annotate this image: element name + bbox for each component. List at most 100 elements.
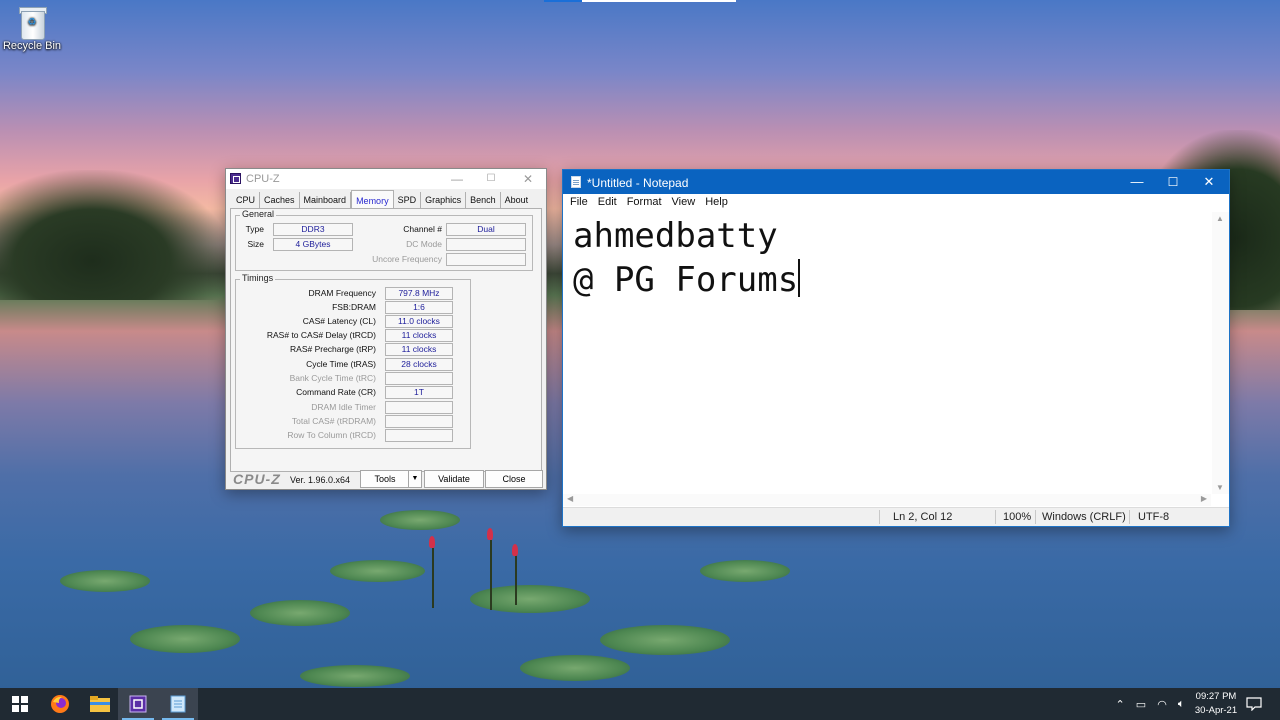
start-button[interactable] (0, 688, 40, 720)
cursor-position: Ln 2, Col 12 (893, 511, 953, 523)
tab-mainboard[interactable]: Mainboard (300, 192, 352, 208)
chevron-down-icon[interactable]: ▼ (408, 471, 421, 487)
maximize-icon[interactable]: ☐ (1155, 170, 1191, 194)
timing-label: Row To Column (tRCD) (287, 430, 376, 440)
cpuz-footer: CPU-Z Ver. 1.96.0.x64 Tools ▼ Validate C… (226, 467, 546, 489)
notification-icon (1246, 697, 1262, 711)
menu-file[interactable]: File (565, 194, 593, 212)
lily-pad (130, 625, 240, 653)
menu-view[interactable]: View (667, 194, 701, 212)
cpuz-logo: CPU-Z (233, 471, 281, 487)
timing-label: Total CAS# (tRDRAM) (291, 416, 376, 426)
timing-label: RAS# Precharge (tRP) (290, 344, 376, 354)
timing-value (385, 372, 453, 385)
lily-pad (60, 570, 150, 592)
lily-pad (380, 510, 460, 530)
timing-value: 11 clocks (385, 329, 453, 342)
tab-about[interactable]: About (501, 192, 533, 208)
menu-edit[interactable]: Edit (593, 194, 622, 212)
timings-legend: Timings (240, 273, 276, 283)
text-line-1: ahmedbatty (573, 216, 778, 256)
close-button[interactable]: Close (485, 470, 543, 488)
lily-pad (700, 560, 790, 582)
cpuz-app-icon (230, 173, 241, 184)
text-caret (798, 259, 801, 297)
uncore-label: Uncore Frequency (372, 254, 442, 264)
tab-spd[interactable]: SPD (394, 192, 422, 208)
timing-value: 11.0 clocks (385, 315, 453, 328)
recycle-bin-icon: ♻ (18, 6, 47, 40)
tab-bench[interactable]: Bench (466, 192, 501, 208)
lotus-stem (490, 540, 492, 610)
notepad-app-icon (571, 176, 581, 188)
notepad-icon (170, 695, 186, 713)
menu-help[interactable]: Help (700, 194, 733, 212)
notepad-titlebar[interactable]: *Untitled - Notepad — ☐ ✕ (563, 170, 1229, 194)
notepad-text-area[interactable]: ahmedbatty @ PG Forums (563, 212, 1211, 494)
line-ending: Windows (CRLF) (1042, 511, 1126, 523)
lotus-flower (512, 544, 518, 556)
close-icon[interactable]: ✕ (513, 171, 543, 187)
tab-graphics[interactable]: Graphics (421, 192, 467, 208)
lily-pad (520, 655, 630, 681)
tab-memory[interactable]: Memory (351, 190, 394, 208)
dcmode-label: DC Mode (406, 239, 442, 249)
volume-icon[interactable]: 🔈︎ (1178, 698, 1185, 711)
lily-pad (600, 625, 730, 655)
cpuz-icon (129, 695, 147, 713)
vertical-scrollbar[interactable]: ▲ ▼ (1212, 212, 1229, 494)
menu-format[interactable]: Format (622, 194, 667, 212)
timing-label: DRAM Idle Timer (311, 402, 376, 412)
recycle-bin-label: Recycle Bin (2, 40, 62, 52)
zoom-level: 100% (1003, 511, 1032, 523)
cpuz-title: CPU-Z (246, 173, 280, 185)
timing-value: 28 clocks (385, 358, 453, 371)
timing-label: Bank Cycle Time (tRC) (289, 373, 376, 383)
scroll-right-icon[interactable]: ▶ (1201, 494, 1207, 503)
maximize-icon[interactable]: ☐ (476, 171, 506, 187)
taskbar-notepad[interactable] (158, 688, 198, 720)
scroll-left-icon[interactable]: ◀ (567, 494, 573, 503)
tab-caches[interactable]: Caches (260, 192, 300, 208)
horizontal-scrollbar[interactable]: ◀ ▶ (563, 494, 1211, 506)
size-label: Size (247, 239, 264, 249)
taskbar-file-explorer[interactable] (80, 688, 120, 720)
timing-value (385, 429, 453, 442)
timing-label: Command Rate (CR) (296, 387, 376, 397)
taskbar-cpuz[interactable] (118, 688, 158, 720)
background-trees-left (0, 170, 230, 300)
timing-value: 1T (385, 386, 453, 399)
timing-value (385, 415, 453, 428)
cpuz-tab-strip: CPU Caches Mainboard Memory SPD Graphics… (232, 190, 533, 208)
timing-label: CAS# Latency (CL) (302, 316, 376, 326)
action-center-button[interactable] (1236, 688, 1272, 720)
windows-logo-icon (12, 696, 28, 712)
tools-button[interactable]: Tools ▼ (360, 470, 422, 488)
tab-cpu[interactable]: CPU (232, 192, 261, 208)
recycle-bin-shortcut[interactable]: ♻ Recycle Bin (2, 4, 62, 52)
memory-panel: General Type DDR3 Size 4 GBytes Channel … (230, 208, 542, 472)
notepad-menubar: File Edit Format View Help (563, 194, 1229, 212)
tools-label: Tools (374, 474, 396, 484)
timing-label: RAS# to CAS# Delay (tRCD) (266, 330, 376, 340)
scroll-up-icon[interactable]: ▲ (1216, 214, 1224, 223)
minimize-icon[interactable]: — (442, 171, 472, 187)
taskbar-firefox[interactable] (40, 688, 80, 720)
cpuz-titlebar[interactable]: CPU-Z — ☐ ✕ (226, 169, 546, 189)
timing-label: FSB:DRAM (332, 302, 376, 312)
minimize-icon[interactable]: — (1119, 170, 1155, 194)
lily-pad (300, 665, 410, 687)
close-icon[interactable]: ✕ (1191, 170, 1227, 194)
validate-button[interactable]: Validate (424, 470, 484, 488)
lotus-flower (487, 528, 493, 540)
notepad-statusbar: Ln 2, Col 12 100% Windows (CRLF) UTF-8 (563, 507, 1229, 526)
wifi-icon[interactable]: ◠ (1157, 698, 1167, 711)
scroll-down-icon[interactable]: ▼ (1216, 483, 1224, 492)
taskbar: ⌃ ▭ ◠ 🔈︎ 09:27 PM 30-Apr-21 (0, 688, 1280, 720)
timing-value: 11 clocks (385, 343, 453, 356)
text-line-2: @ PG Forums (573, 260, 799, 300)
chevron-up-icon[interactable]: ⌃ (1116, 698, 1125, 711)
channel-value: Dual (446, 223, 526, 236)
lily-pad (330, 560, 425, 582)
battery-icon[interactable]: ▭ (1136, 698, 1146, 711)
